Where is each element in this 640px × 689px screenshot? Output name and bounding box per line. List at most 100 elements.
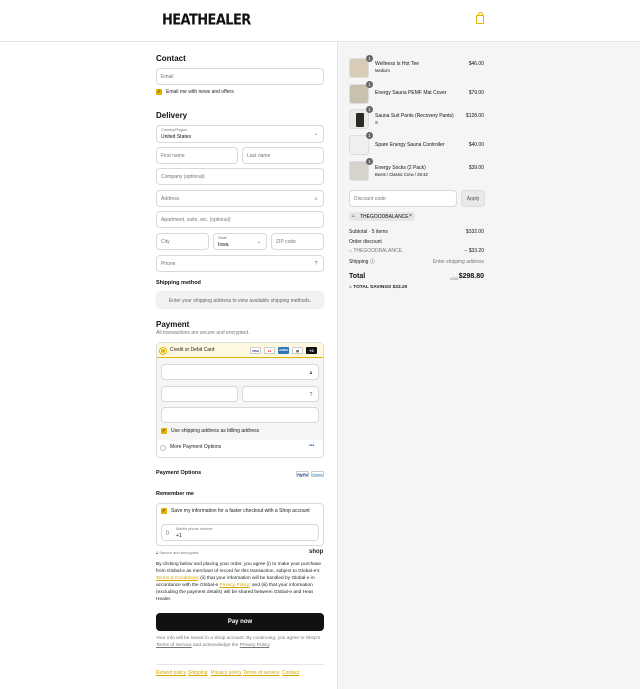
order-summary-panel xyxy=(337,42,640,689)
shipping-link[interactable]: Shipping xyxy=(188,670,207,676)
applied-discount: ⌂ THEGOODBALANCE xyxy=(349,248,402,255)
product-variant: Medium xyxy=(375,68,390,73)
shipping-message: Enter your shipping address to view avai… xyxy=(168,298,312,304)
mobile-value: +1 xyxy=(176,533,182,539)
shipping-message-box: Enter your shipping address to view avai… xyxy=(156,291,324,309)
address-placeholder: Address xyxy=(161,196,180,202)
privacy-link[interactable]: Privacy Policy xyxy=(219,583,249,588)
shipping-heading: Shipping method xyxy=(156,280,201,286)
help-icon[interactable]: ? xyxy=(313,261,319,267)
mobile-label: Mobile phone number xyxy=(176,527,213,531)
pants-image xyxy=(356,113,364,127)
name-on-card-field[interactable] xyxy=(161,407,319,423)
news-checkbox[interactable]: ✓ xyxy=(156,89,162,95)
zip-placeholder: ZIP code xyxy=(276,239,296,245)
product-name: Wellness Is Hot Tee xyxy=(375,61,420,67)
order-discount-label: Order discount xyxy=(349,239,382,245)
payment-subtitle: All transactions are secure and encrypte… xyxy=(156,330,250,336)
credit-card-label: Credit or Debit Card xyxy=(170,347,215,353)
product-thumbnail xyxy=(349,84,369,104)
discover-icon: ▤ xyxy=(292,347,303,354)
city-field[interactable]: City xyxy=(156,233,209,250)
credit-card-radio[interactable] xyxy=(160,348,166,354)
currency-label: USD xyxy=(450,276,459,281)
country-value: United States xyxy=(161,134,192,140)
discount-placeholder: Discount code xyxy=(354,196,386,202)
state-value: Iowa xyxy=(218,242,229,248)
product-thumbnail xyxy=(349,58,369,78)
apply-button[interactable]: Apply xyxy=(461,190,485,207)
shop-logo: shop xyxy=(309,549,324,555)
product-thumbnail xyxy=(349,135,369,155)
company-placeholder: Company (optional) xyxy=(161,174,205,180)
product-price: $40.00 xyxy=(468,142,484,148)
apartment-field[interactable]: Apartment, suite, etc. (optional) xyxy=(156,211,324,228)
first-name-field[interactable]: First name xyxy=(156,147,238,164)
help-icon[interactable]: ⓘ xyxy=(370,259,375,265)
shopping-bag-icon[interactable] xyxy=(476,12,484,24)
refund-policy-link[interactable]: Refund policy xyxy=(156,670,186,676)
expiry-field[interactable] xyxy=(161,386,238,402)
terms-of-service-link[interactable]: Terms of service xyxy=(243,670,279,676)
phone-placeholder: Phone xyxy=(161,261,176,267)
legal-text: By clicking below and placing your order… xyxy=(156,562,324,604)
chevron-down-icon: ⌄ xyxy=(256,239,262,245)
shop-terms-link[interactable]: Terms of Service xyxy=(156,643,192,648)
address-field[interactable]: Address ⌕ xyxy=(156,190,324,207)
quantity-badge: 1 xyxy=(366,106,373,113)
product-name: Sauna Suit Pants (Recovery Pants) xyxy=(375,113,454,119)
product-variant: S xyxy=(375,120,378,125)
company-field[interactable]: Company (optional) xyxy=(156,168,324,185)
shop-notice-part-3: . xyxy=(269,642,271,648)
privacy-policy-link[interactable]: Privacy policy xyxy=(211,670,242,676)
zip-field[interactable]: ZIP code xyxy=(271,233,324,250)
email-field[interactable]: Email xyxy=(156,68,324,85)
pay-now-button[interactable]: Pay now xyxy=(156,613,324,631)
delivery-heading: Delivery xyxy=(156,111,188,120)
state-select[interactable]: State Iowa ⌄ xyxy=(213,233,267,250)
chevron-down-icon: ⌄ xyxy=(313,131,319,137)
shop-notice-part-1: Your info will be saved to a Shop accoun… xyxy=(156,636,321,641)
more-options-label[interactable]: More Payment Options xyxy=(170,444,221,451)
shipping-label: Shipping xyxy=(349,259,369,265)
discount-tag: ⌂ THEGOODBALANCE × xyxy=(349,212,415,221)
payment-options-heading: Payment Options xyxy=(156,470,202,476)
country-label: Country/Region xyxy=(161,128,188,132)
venmo-badge[interactable]: Venmo xyxy=(311,471,324,477)
shop-privacy-link[interactable]: Privacy Policy xyxy=(240,643,270,648)
save-info-checkbox[interactable]: ✓ xyxy=(161,508,167,514)
heathealer-logo[interactable]: HEATHEALER xyxy=(162,12,251,29)
quantity-badge: 1 xyxy=(366,81,373,88)
shipping-summary-label: Shipping ⓘ xyxy=(349,259,375,266)
product-thumbnail xyxy=(349,109,369,129)
close-icon[interactable]: × xyxy=(409,213,412,219)
product-name: Energy Sauna PEMF Mat Cover xyxy=(375,90,447,96)
visa-icon: VISA xyxy=(250,347,261,354)
city-placeholder: City xyxy=(161,239,170,245)
subtotal-value: $332.00 xyxy=(465,229,484,235)
paypal-badge[interactable]: PayPal xyxy=(296,471,309,477)
savings-value: $33.20 xyxy=(392,285,408,290)
discount-tag-label: THEGOODBALANCE xyxy=(360,214,409,220)
phone-field[interactable]: Phone? xyxy=(156,255,324,272)
discount-value: − $33.20 xyxy=(464,248,484,254)
header: HEATHEALER xyxy=(0,0,640,42)
card-number-field[interactable]: 🔒︎ xyxy=(161,364,319,380)
lock-icon: 🔒︎ xyxy=(309,370,313,376)
product-variant: Beets / Classic Crew / 28-32 xyxy=(375,172,428,177)
security-code-field[interactable]: ? xyxy=(242,386,319,402)
mobile-phone-field[interactable]: ▯ Mobile phone number +1 xyxy=(161,524,319,541)
help-icon[interactable]: ? xyxy=(308,392,314,398)
contact-heading: Contact xyxy=(156,54,186,63)
quantity-badge: 1 xyxy=(366,55,373,62)
product-name: Spare Energy Sauna Controller xyxy=(375,142,445,148)
news-label: Email me with news and offers xyxy=(166,89,234,95)
last-name-field[interactable]: Last name xyxy=(242,147,324,164)
discount-code-field[interactable]: Discount code xyxy=(349,190,457,207)
billing-checkbox[interactable]: ✓ xyxy=(161,428,167,434)
country-select[interactable]: Country/Region United States ⌄ xyxy=(156,125,324,143)
mastercard-icon: ●● xyxy=(264,347,275,354)
more-options-radio[interactable] xyxy=(160,445,166,451)
contact-link[interactable]: Contact xyxy=(282,670,299,676)
terms-link[interactable]: Terms & Conditions xyxy=(156,576,198,581)
